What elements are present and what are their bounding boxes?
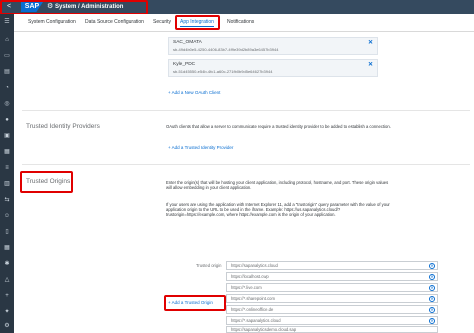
triangle-icon[interactable]: △ (3, 276, 11, 284)
add-trusted-idp-link[interactable]: +Add a Trusted Identity Provider (168, 145, 233, 151)
plus-icon: + (168, 90, 171, 95)
client-id: sb-51d45550-e54b-4fc1-a60c-271fb0b9d5e64… (173, 69, 273, 74)
highlight-title (0, 0, 148, 15)
trusted-origin-input[interactable]: https://*.onlineoffice.de ✕ (226, 305, 438, 314)
plus-icon[interactable]: + (3, 292, 11, 300)
divider (22, 164, 470, 165)
trusted-origin-input[interactable]: https://sapanalytics.cloud ✕ (226, 261, 438, 270)
calendar-icon[interactable]: ▥ (3, 180, 11, 188)
trusted-idp-description: OAuth clients that allow a server to com… (166, 124, 391, 129)
file-icon[interactable]: ▭ (3, 52, 11, 60)
tab-security[interactable]: Security (153, 19, 171, 26)
trusted-origins-description: Enter the origin(s) that will be hosting… (166, 180, 389, 191)
home-icon[interactable]: ⌂ (3, 36, 11, 44)
trusted-idp-title: Trusted Identity Providers (26, 123, 100, 130)
list-icon[interactable]: ≡ (3, 164, 11, 172)
client-id: sb-49d4b0e5-4250-4406-83b7-4f9e39d2b89a3… (173, 47, 279, 52)
oauth-client-card[interactable]: Kyle_PDC sb-51d45550-e54b-4fc1-a60c-271f… (168, 59, 378, 77)
box-icon[interactable]: ▣ (3, 132, 11, 140)
trusted-origin-input[interactable]: https://localhost.cwp ✕ (226, 272, 438, 281)
table-icon[interactable]: ▦ (3, 244, 11, 252)
oauth-client-card[interactable]: SAC_OMATA sb-49d4b0e5-4250-4406-83b7-4f9… (168, 37, 378, 55)
trusted-origin-input[interactable]: https://*.sharepoint.com ✕ (226, 294, 438, 303)
highlight-add-trusted-origin (164, 295, 226, 311)
trusted-origin-input[interactable]: https://sapanalyticsdemo.cloud.sap (226, 326, 438, 333)
remove-origin-icon[interactable]: ✕ (429, 296, 435, 302)
tab-data-source-configuration[interactable]: Data Source Configuration (85, 19, 144, 26)
delete-client-icon[interactable]: ✕ (368, 40, 373, 46)
tab-bar: System Configuration Data Source Configu… (14, 14, 474, 32)
highlight-app-integration-tab (175, 15, 220, 30)
trusted-origin-label: Trusted origin (196, 263, 222, 268)
magic-icon[interactable]: ✦ (3, 308, 11, 316)
left-rail: ☰ ⌂ ▭ ▤ ◔ ◎ ● ▣ ▦ ≡ ▥ ⇆ ☺ ▯ ▦ ✱ △ + ✦ ⚙ (0, 14, 14, 333)
menu-icon[interactable]: ☰ (3, 18, 11, 26)
trusted-origins-ie-note: If your users are using the application … (166, 202, 390, 218)
tab-system-configuration[interactable]: System Configuration (28, 19, 76, 26)
gear-icon[interactable]: ⚙ (3, 322, 11, 330)
divider (22, 110, 470, 111)
trusted-origin-input[interactable]: https://*.sapanalytics.cloud ✕ (226, 316, 438, 325)
grid-icon[interactable]: ▦ (3, 148, 11, 156)
remove-origin-icon[interactable]: ✕ (429, 318, 435, 324)
stories-icon[interactable]: ▤ (3, 68, 11, 76)
remove-origin-icon[interactable]: ✕ (429, 274, 435, 280)
trusted-origin-input[interactable]: https://*.live.com ✕ (226, 283, 438, 292)
chart-icon[interactable]: ◔ (3, 84, 11, 92)
add-oauth-client-link[interactable]: +Add a New OAuth Client (168, 90, 220, 96)
delete-client-icon[interactable]: ✕ (368, 62, 373, 68)
highlight-trusted-origins (20, 171, 73, 193)
document-icon[interactable]: ▯ (3, 228, 11, 236)
compass-icon[interactable]: ◎ (3, 100, 11, 108)
client-name: SAC_OMATA (173, 40, 202, 45)
plus-icon: + (168, 145, 171, 150)
remove-origin-icon[interactable]: ✕ (429, 285, 435, 291)
tab-notifications[interactable]: Notifications (227, 19, 254, 26)
person-icon[interactable]: ● (3, 116, 11, 124)
settings-icon[interactable]: ✱ (3, 260, 11, 268)
remove-origin-icon[interactable]: ✕ (429, 307, 435, 313)
remove-origin-icon[interactable]: ✕ (429, 263, 435, 269)
people-icon[interactable]: ☺ (3, 212, 11, 220)
client-name: Kyle_PDC (173, 62, 196, 67)
share-icon[interactable]: ⇆ (3, 196, 11, 204)
